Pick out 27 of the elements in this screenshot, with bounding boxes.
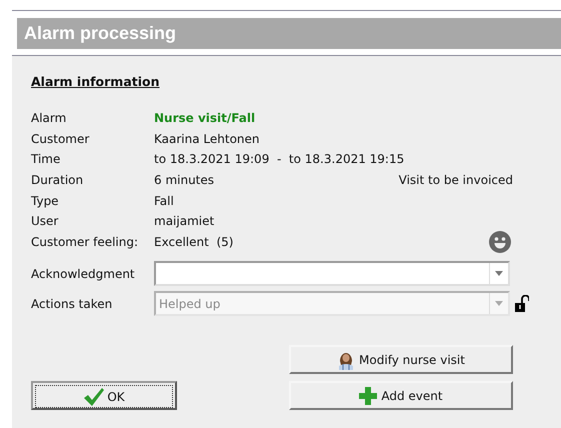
field-value: Kaarina Lehtonen [154, 132, 260, 146]
window-title: Alarm processing [24, 23, 176, 44]
field-label: Alarm [31, 111, 68, 126]
plus-icon [359, 386, 378, 405]
invoice-note: Visit to be invoiced [398, 173, 513, 188]
field-value: to 18.3.2021 19:09 - to 18.3.2021 19:15 [154, 152, 404, 166]
action-button[interactable]: Modify nurse visit [289, 345, 513, 374]
dropdown-field[interactable] [154, 261, 510, 286]
field-label: Time [31, 152, 62, 166]
field-label: Customer feeling: [31, 234, 140, 249]
section-heading: Alarm information [31, 74, 160, 89]
field-label: Type [31, 194, 60, 208]
field-label: Acknowledgment [31, 266, 136, 281]
dropdown-arrow-icon[interactable] [495, 271, 503, 276]
action-button[interactable]: Add event [289, 381, 513, 410]
field-value: Nurse visit/Fall [154, 111, 256, 126]
smiley-icon [489, 230, 511, 253]
field-label: Actions taken [31, 296, 114, 311]
field-value: 6 minutes [154, 173, 214, 188]
field-value: Fall [154, 194, 174, 208]
checkmark-icon [83, 386, 106, 407]
ok-button[interactable]: OK [31, 381, 177, 410]
field-label: Customer [31, 132, 90, 146]
field-value: maijamiet [154, 214, 214, 228]
field-label: Duration [31, 173, 84, 188]
field-value: Excellent (5) [154, 234, 234, 249]
field-label: User [31, 214, 60, 228]
